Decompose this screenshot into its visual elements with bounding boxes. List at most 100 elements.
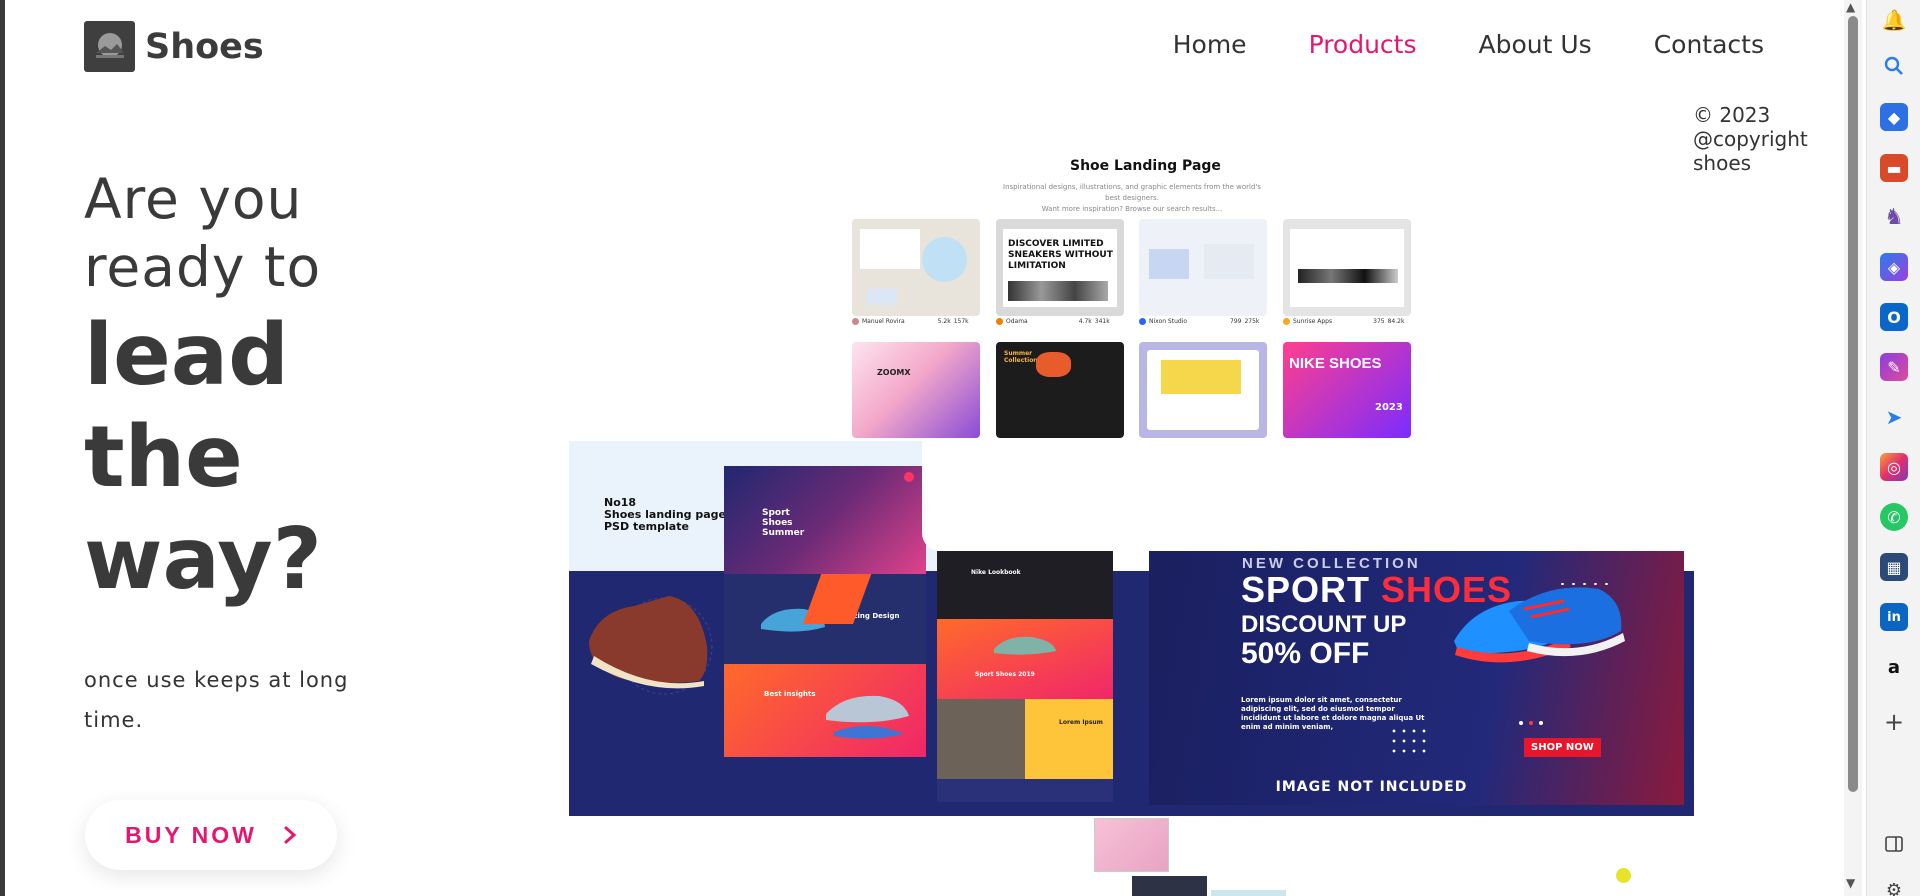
linkedin-icon[interactable]: in <box>1880 603 1908 631</box>
thumbnail-1[interactable] <box>1094 818 1169 872</box>
hero-subtitle: once use keeps at long time. <box>84 668 349 732</box>
panel-title: Best insights <box>764 690 816 698</box>
template-panel-6: Lorem Ipsum <box>937 699 1113 779</box>
discount-value: 50% OFF <box>1241 637 1370 670</box>
hero-line-2: ready to <box>84 235 322 299</box>
shot-views: 84.2k <box>1387 318 1405 325</box>
shot-views: 341k <box>1094 318 1110 325</box>
panel-icon[interactable] <box>1880 830 1908 858</box>
sneaker-image <box>994 636 1056 655</box>
gallery-shot-text: NIKE SHOES <box>1289 355 1382 372</box>
sport-word: SPORT <box>1241 569 1371 610</box>
gallery-shot[interactable] <box>1139 342 1267 438</box>
shot-meta: Nixon Studio 799 275k <box>1139 318 1259 325</box>
shot-author: Odama <box>1006 318 1028 325</box>
send-icon[interactable]: ➤ <box>1880 403 1908 431</box>
tag-icon[interactable]: ◆ <box>1880 103 1908 131</box>
panel-title: Lorem Ipsum <box>1059 719 1103 726</box>
brown-shoe-image <box>589 596 713 695</box>
psd-subtitle: PSD template <box>604 520 689 533</box>
designer-icon[interactable]: ✎ <box>1880 353 1908 381</box>
slider-dots <box>1519 721 1543 725</box>
grey-shoe-image <box>826 695 909 739</box>
gallery-shot-text: DISCOVER LIMITED SNEAKERS WITHOUT LIMITA… <box>1008 239 1113 271</box>
browser-sidebar: 🔔 ◆ ▬ ♞ ◈ O ✎ ➤ ◎ ✆ ▦ in a + ⚙ <box>1866 0 1920 896</box>
settings-icon[interactable]: ⚙ <box>1880 876 1908 896</box>
dot-grid <box>1389 726 1429 756</box>
gallery-shot-year: 2023 <box>1375 402 1403 413</box>
sport-sneakers-image <box>1454 587 1625 663</box>
hero-line-5: way? <box>84 510 322 609</box>
calendar-app-icon[interactable]: ▦ <box>1880 553 1908 581</box>
shot-author: Sunrise Apps <box>1293 318 1333 325</box>
hero-line-1: Are you <box>84 167 303 231</box>
copilot-icon[interactable]: ◈ <box>1880 253 1908 281</box>
shot-author: Nixon Studio <box>1149 318 1188 325</box>
plus-icon[interactable]: + <box>1880 708 1908 736</box>
instagram-icon[interactable]: ◎ <box>1880 453 1908 481</box>
chevron-right-icon <box>284 826 297 844</box>
shot-likes: 4.7k <box>1078 318 1092 325</box>
gallery-shot-text: ZOOMX <box>877 368 911 377</box>
gallery-description: Inspirational designs, illustrations, an… <box>996 182 1268 215</box>
hero-line-3: lead <box>84 306 289 405</box>
copyright-handle: @copyright <box>1693 127 1808 151</box>
scroll-up-arrow-icon[interactable]: ▲ <box>1846 0 1855 14</box>
shot-meta: Manuel Rovira 5.2k 157k <box>852 318 969 325</box>
shot-meta: Sunrise Apps 375 84.2k <box>1283 318 1404 325</box>
shot-meta: Odama 4.7k 341k <box>996 318 1110 325</box>
banner-overlay-tab <box>922 441 1694 551</box>
shot-author: Manuel Rovira <box>862 318 905 325</box>
gallery-shot[interactable] <box>1283 219 1411 316</box>
thumbnail-2[interactable] <box>1132 876 1207 896</box>
nav-home[interactable]: Home <box>1173 30 1247 59</box>
thumbnail-3[interactable] <box>1211 890 1286 896</box>
dot-row <box>1557 581 1612 587</box>
shop-now-button[interactable]: SHOP NOW <box>1524 738 1601 757</box>
shot-likes: 375 <box>1373 318 1385 325</box>
bell-icon[interactable]: 🔔 <box>1880 6 1908 34</box>
nav-contacts[interactable]: Contacts <box>1654 30 1764 59</box>
brand-logo[interactable]: Shoes <box>84 21 264 72</box>
search-icon[interactable] <box>1880 52 1908 80</box>
outlook-icon[interactable]: O <box>1880 303 1908 331</box>
template-panel-4: Nike Lookbook <box>937 551 1113 619</box>
gallery-shot[interactable]: DISCOVER LIMITED SNEAKERS WITHOUT LIMITA… <box>996 219 1124 316</box>
buy-now-button[interactable]: BUY NOW <box>85 800 337 870</box>
chess-icon[interactable]: ♞ <box>1880 203 1908 231</box>
window-edge <box>0 0 5 896</box>
template-panel-1: Sport Shoes Summer <box>724 466 926 574</box>
shot-views: 157k <box>953 318 969 325</box>
gallery-shot[interactable]: NIKE SHOES 2023 <box>1283 342 1411 438</box>
discount-label: DISCOUNT UP <box>1241 611 1407 638</box>
template-panel-5: Sport Shoes 2019 <box>937 619 1113 699</box>
panel-title: Sport Shoes 2019 <box>975 671 1035 678</box>
nav-products[interactable]: Products <box>1309 30 1417 59</box>
yellow-dot-decoration <box>1616 868 1631 883</box>
panel-title: Nike Lookbook <box>971 569 1021 576</box>
shot-likes: 5.2k <box>937 318 951 325</box>
shot-likes: 799 <box>1230 318 1242 325</box>
gallery-title: Shoe Landing Page <box>1070 158 1221 174</box>
gallery-desc-line-2: Want more inspiration? Browse our search… <box>1041 205 1223 213</box>
copyright-text: © 2023 @copyright shoes <box>1693 103 1808 175</box>
gallery-shot[interactable] <box>852 219 980 316</box>
amazon-icon[interactable]: a <box>1880 653 1908 681</box>
template-panel-3: Best insights <box>724 664 926 757</box>
shot-views: 275k <box>1244 318 1260 325</box>
scroll-down-arrow-icon[interactable]: ▼ <box>1846 876 1855 890</box>
gallery-shot[interactable] <box>1139 219 1267 316</box>
panel-title: Sport Shoes Summer <box>762 508 805 538</box>
hero-heading: Are you ready to lead the way? <box>84 165 322 611</box>
nav-about-us[interactable]: About Us <box>1479 30 1592 59</box>
psd-template-label: No18 Shoes landing page PSD template <box>604 497 726 533</box>
main-nav: Home Products About Us Contacts <box>1173 30 1764 59</box>
logo-image <box>84 21 135 72</box>
copyright-year: © 2023 <box>1693 103 1771 127</box>
gallery-shot[interactable]: Summer Collection <box>996 342 1124 438</box>
whatsapp-icon[interactable]: ✆ <box>1880 503 1908 531</box>
gallery-shot[interactable]: ZOOMX <box>852 342 980 438</box>
scrollbar-thumb[interactable] <box>1848 16 1858 792</box>
brand-name: Shoes <box>145 26 264 67</box>
briefcase-icon[interactable]: ▬ <box>1880 154 1908 182</box>
